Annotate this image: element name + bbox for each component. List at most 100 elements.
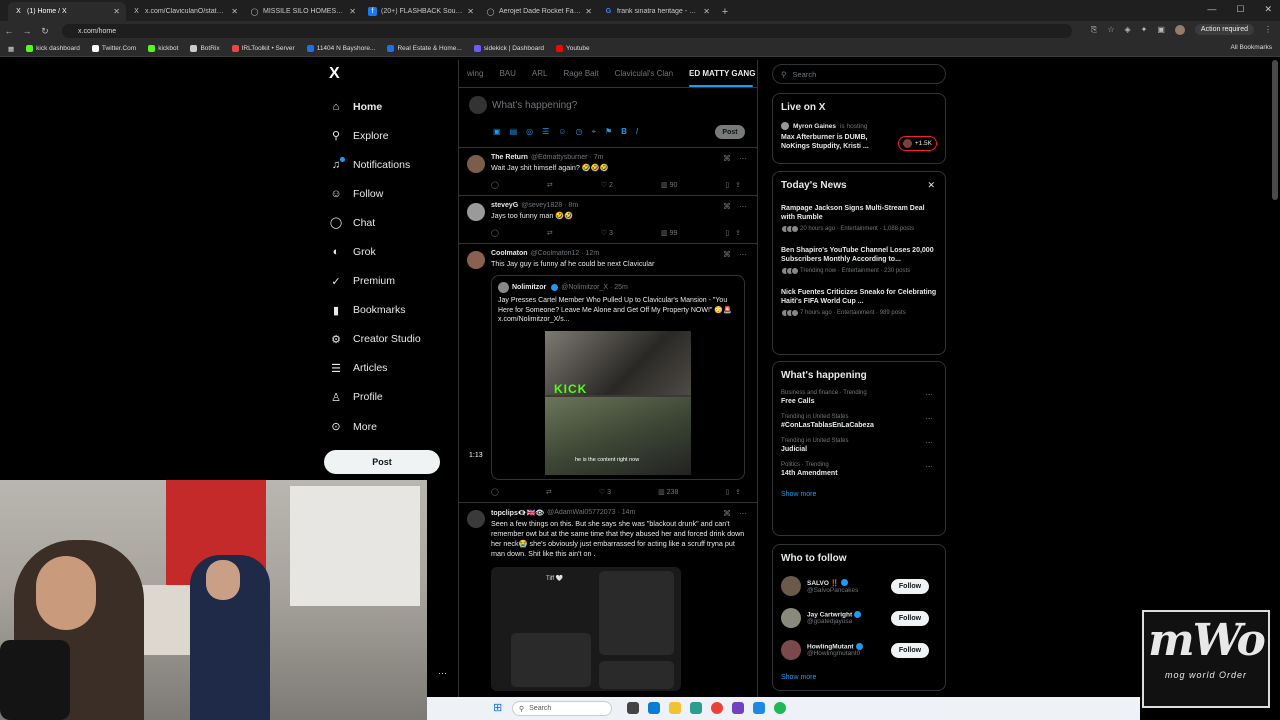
extension-icon[interactable]: ◈ (1124, 25, 1130, 34)
chrome-icon[interactable] (711, 702, 723, 714)
tweet[interactable]: ⌘ ⋯ Coolmaton @Coolmaton12 · 12m This Jay… (459, 244, 757, 503)
emoji-icon[interactable]: ☺ (558, 127, 566, 137)
sidebar-item-chat[interactable]: ◯ Chat (329, 208, 459, 237)
like-button[interactable]: ♡ 3 (599, 488, 611, 496)
timeline-tab[interactable]: BAU (491, 69, 523, 78)
url-field[interactable]: x.com/home (62, 24, 1072, 38)
apps-icon[interactable]: ▦ (8, 45, 14, 53)
follow-button[interactable]: Follow (891, 579, 929, 594)
search-input[interactable]: ⚲ Search (772, 64, 946, 84)
browser-tab[interactable]: f (20+) FLASHBACK South Florid... ✕ (362, 2, 480, 21)
grok-icon[interactable]: ◎ (526, 127, 533, 137)
sidebar-item-profile[interactable]: ♙ Profile (329, 383, 459, 412)
views-button[interactable]: ▥ 238 (658, 488, 678, 496)
reply-icon[interactable]: ◯ (491, 488, 499, 496)
avatar[interactable] (467, 509, 485, 528)
timeline-tab[interactable]: Claviculal's Clan (607, 69, 681, 78)
puzzle-icon[interactable]: ✦ (1141, 25, 1148, 34)
composer-post-button[interactable]: Post (715, 125, 745, 139)
tweet[interactable]: ⌘ ⋯ topclips👁‍🗨🇬🇧👁 @AdamWal05772073 · 14m… (459, 503, 757, 697)
grok-icon[interactable]: ⌘ (723, 509, 731, 518)
space-title[interactable]: Max Afterburner is DUMB, NoKings Stupdit… (781, 133, 891, 151)
post-button[interactable]: Post (324, 450, 440, 474)
timeline-tab[interactable]: ARL (524, 69, 556, 78)
bold-icon[interactable]: B (621, 127, 627, 137)
discord-icon[interactable] (732, 702, 744, 714)
location-icon[interactable]: ⌖ (591, 127, 596, 137)
like-button[interactable]: ♡ 3 (601, 229, 613, 237)
menu-icon[interactable]: ⋮ (1264, 25, 1272, 34)
sidebar-item-articles[interactable]: ☰ Articles (329, 354, 459, 383)
spotify-icon[interactable] (774, 702, 786, 714)
all-bookmarks-button[interactable]: All Bookmarks (1230, 44, 1272, 51)
more-icon[interactable]: ⋯ (925, 390, 933, 399)
schedule-icon[interactable]: ◷ (575, 127, 582, 137)
flag-icon[interactable]: ⚑ (605, 127, 612, 137)
close-icon[interactable]: ✕ (927, 180, 935, 191)
follow-suggestion[interactable]: Jay Cartwright @goatedjayusa Follow (781, 608, 937, 628)
reload-icon[interactable]: ↻ (36, 26, 54, 37)
share-icon[interactable]: ⇪ (735, 230, 741, 237)
tweet-author[interactable]: topclips👁‍🗨🇬🇧👁 (491, 509, 544, 517)
views-button[interactable]: ▥ 90 (661, 181, 677, 189)
bookmark-item[interactable]: Youtube (556, 45, 590, 52)
forward-icon[interactable]: → (18, 26, 36, 36)
sidebar-item-premium[interactable]: ✓ Premium (329, 267, 459, 296)
timeline-tab[interactable]: Rage Bait (555, 69, 606, 78)
chevron-down-icon[interactable]: ⌄ (757, 67, 758, 76)
grok-icon[interactable]: ⌘ (723, 202, 731, 211)
video-player[interactable]: KICK he is the content right now (545, 330, 691, 475)
tweet-author[interactable]: The Return (491, 154, 528, 161)
maximize-icon[interactable]: ☐ (1236, 4, 1244, 15)
sidebar-item-notifications[interactable]: ♫ Notifications (329, 150, 459, 179)
close-tab-icon[interactable]: ✕ (113, 7, 120, 16)
more-icon[interactable]: ⋯ (739, 202, 747, 211)
show-more-link[interactable]: Show more (781, 674, 937, 681)
views-button[interactable]: ▥ 99 (661, 229, 677, 237)
tweet[interactable]: ⌘ ⋯ steveyG @sevey1828 · 8m Jays too funn… (459, 196, 757, 244)
avatar[interactable] (781, 640, 801, 660)
follow-suggestion[interactable]: SALVO ‼️ @SalvoPancakes Follow (781, 576, 937, 596)
sidebar-item-creator-studio[interactable]: ⚙ Creator Studio (329, 325, 459, 354)
timeline-tab[interactable]: wing (459, 69, 491, 78)
avatar[interactable] (467, 203, 485, 221)
browser-tab[interactable]: ◯ Aerojet Dade Rocket Facility | ... ✕ (480, 2, 598, 21)
tweet[interactable]: ⌘ ⋯ The Return @Edmattysburner · 7m Wait … (459, 148, 757, 196)
store-icon[interactable] (690, 702, 702, 714)
follow-button[interactable]: Follow (891, 611, 929, 626)
more-icon[interactable]: ⋯ (739, 509, 747, 518)
live-listeners-badge[interactable]: +1.5K (897, 136, 937, 151)
news-item[interactable]: Rampage Jackson Signs Multi-Stream Deal … (781, 204, 937, 233)
trend-item[interactable]: Business and finance · Trending Free Call… (781, 390, 937, 405)
compose-input[interactable]: What's happening? (492, 100, 577, 111)
windows-start-icon[interactable]: ⊞ (493, 702, 505, 714)
back-icon[interactable]: ← (0, 26, 18, 36)
more-icon[interactable]: ⋯ (739, 250, 747, 259)
sidebar-item-home[interactable]: ⌂ Home (329, 92, 459, 121)
browser-tab[interactable]: X (1) Home / X ✕ (8, 2, 126, 21)
sidepanel-icon[interactable]: ▣ (1157, 25, 1165, 34)
image-icon[interactable]: ▣ (493, 127, 501, 137)
install-icon[interactable]: ⎘ (1091, 25, 1097, 35)
close-tab-icon[interactable]: ✕ (349, 7, 356, 16)
avatar[interactable] (1174, 24, 1185, 35)
more-icon[interactable]: ⋯ (925, 462, 933, 471)
quoted-tweet[interactable]: Nolimitzor @Nolimitzor_X · 25m Jay Press… (469, 275, 745, 480)
gif-icon[interactable]: ▤ (510, 127, 518, 137)
bookmark-item[interactable]: IRLToolkit • Server (231, 45, 295, 52)
timeline-tab[interactable]: ED MATTY GANG (681, 69, 757, 87)
folder-icon[interactable] (669, 702, 681, 714)
close-tab-icon[interactable]: ✕ (231, 7, 238, 16)
bookmark-icon[interactable]: ▯ (725, 230, 729, 237)
sidebar-item-bookmarks[interactable]: ▮ Bookmarks (329, 296, 459, 325)
page-scrollbar[interactable] (1272, 60, 1278, 200)
more-icon[interactable]: ⋯ (925, 414, 933, 423)
bookmark-icon[interactable]: ▯ (725, 182, 729, 189)
italic-icon[interactable]: I (636, 127, 638, 137)
bookmark-item[interactable]: BotRix (190, 45, 220, 52)
avatar[interactable] (467, 155, 485, 173)
bookmark-item[interactable]: kickbot (148, 45, 178, 52)
trend-item[interactable]: Trending in United States Judicial ⋯ (781, 438, 937, 453)
trend-item[interactable]: Trending in United States #ConLasTablasEn… (781, 414, 937, 429)
action-required-button[interactable]: Action required (1194, 24, 1254, 35)
